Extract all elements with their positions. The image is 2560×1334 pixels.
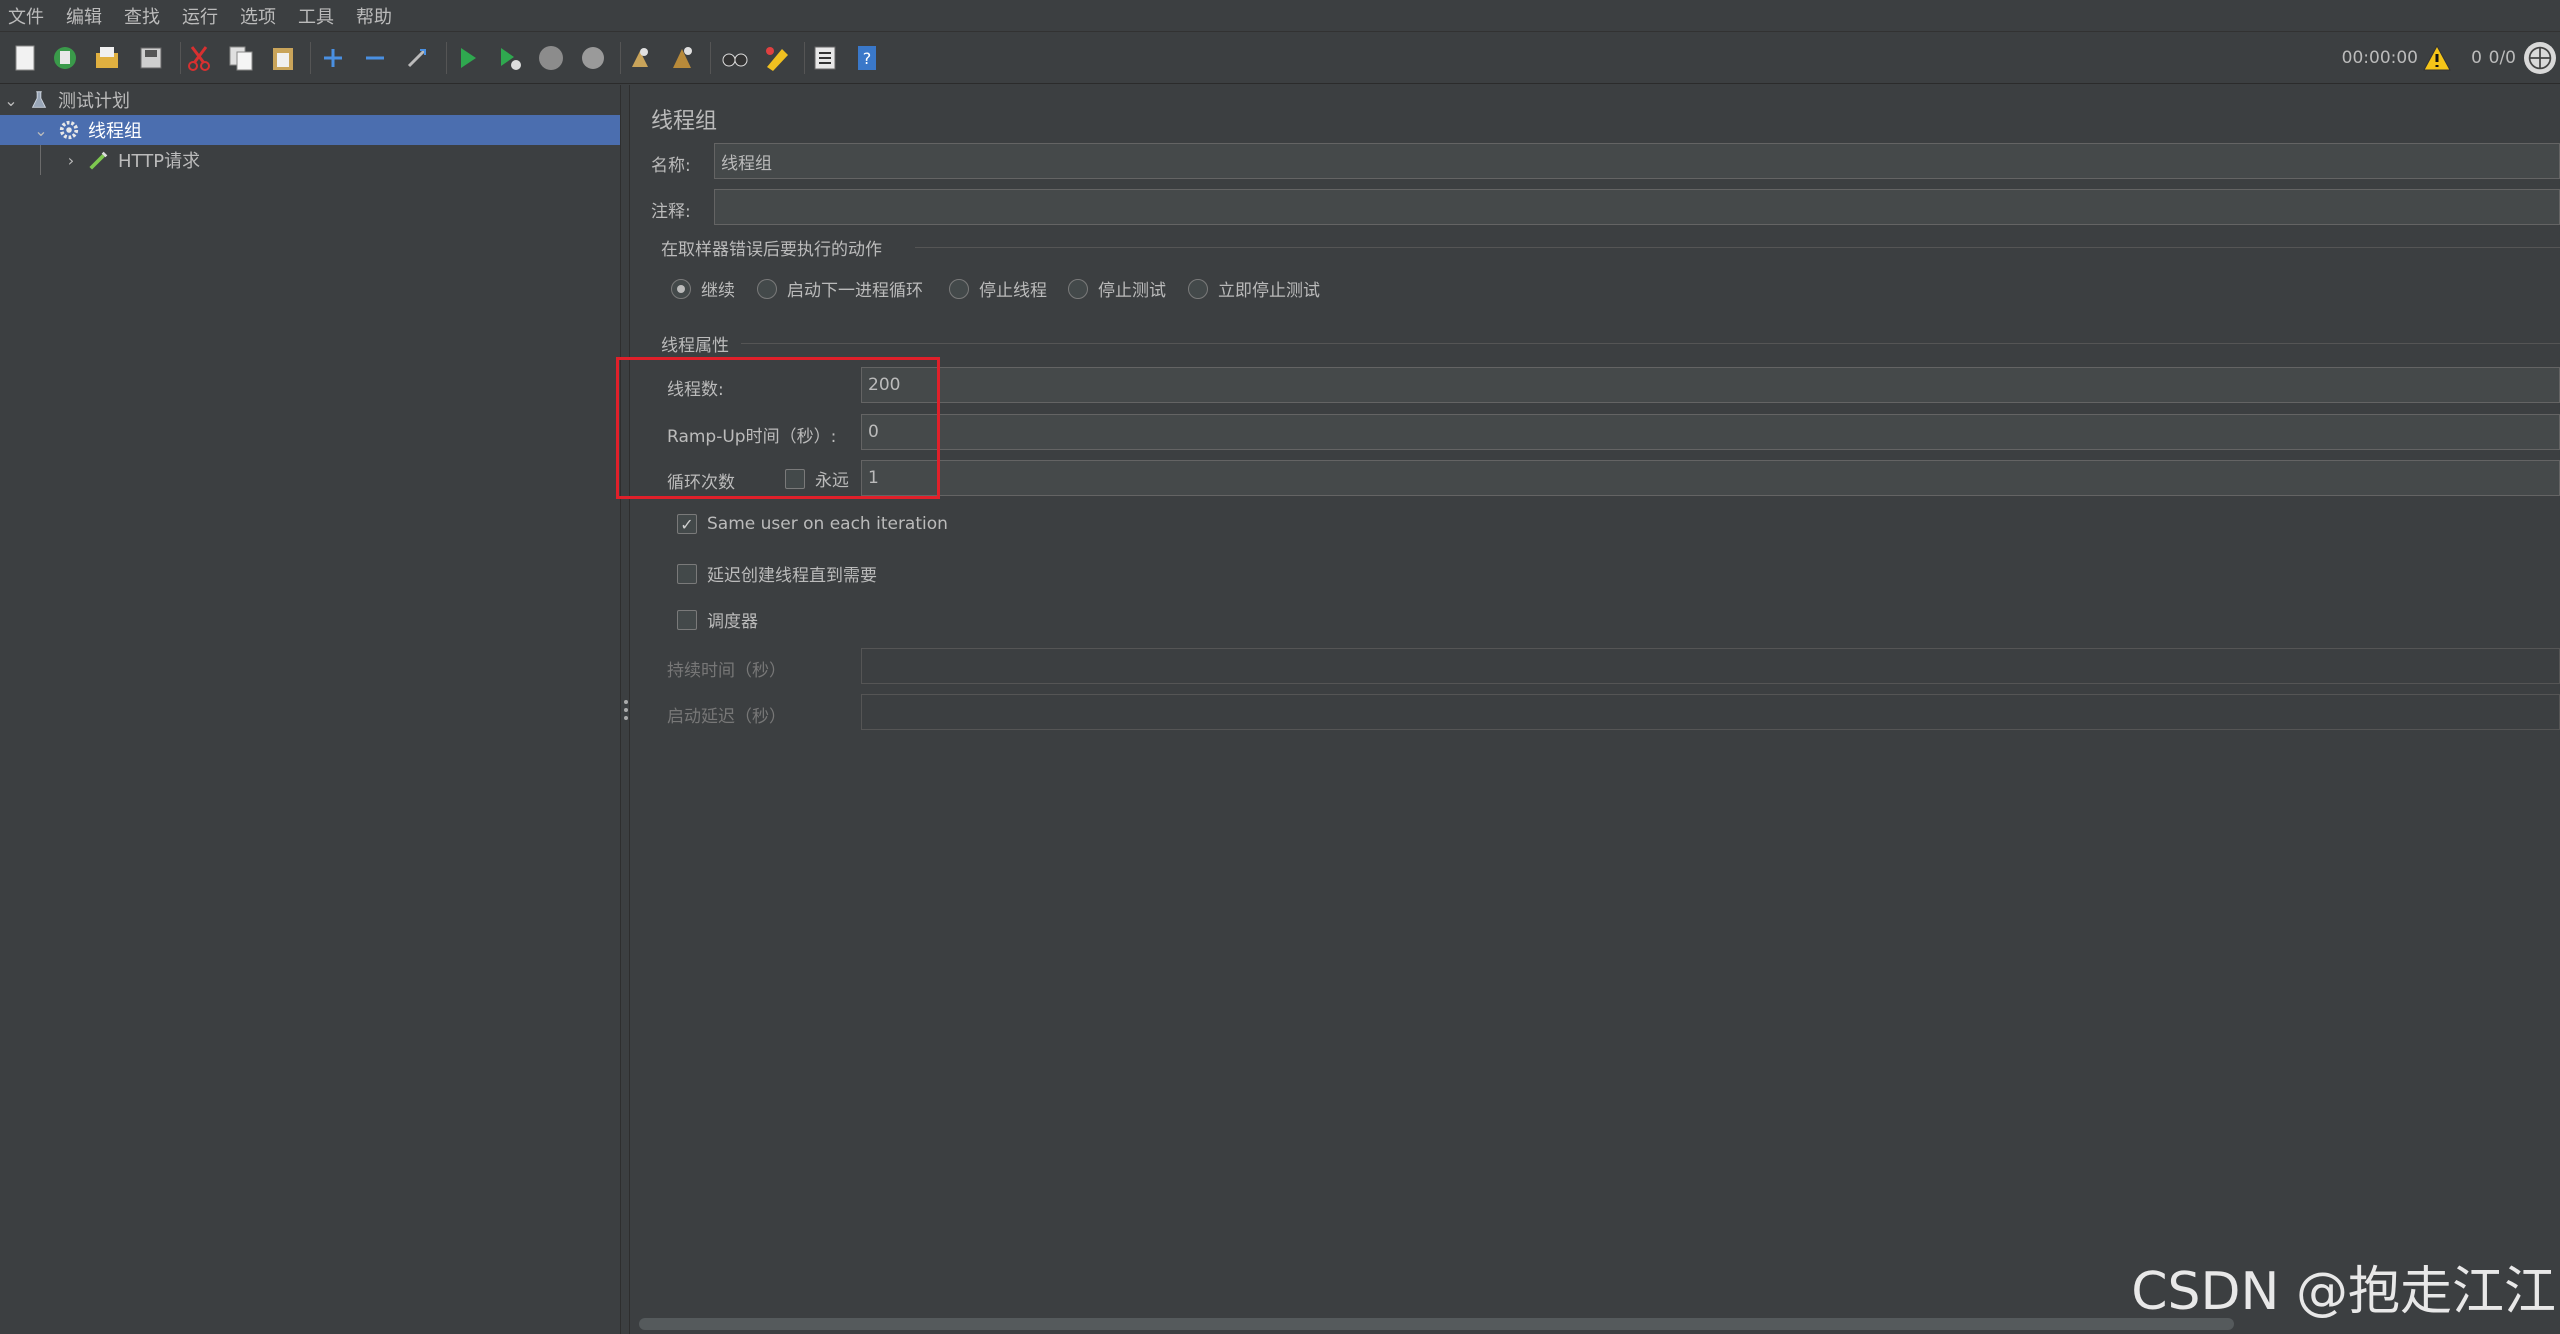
remote-icon[interactable] — [2524, 42, 2556, 74]
start-no-pause-icon[interactable] — [492, 41, 526, 75]
threads-field[interactable] — [861, 367, 2560, 403]
duration-label: 持续时间（秒） — [667, 661, 786, 681]
tree-label-http-request: HTTP请求 — [118, 151, 201, 172]
new-icon[interactable] — [8, 41, 42, 75]
copy-icon[interactable] — [224, 41, 258, 75]
chevron-right-icon[interactable]: › — [62, 151, 80, 170]
page-title: 线程组 — [651, 109, 718, 134]
checkmark-icon: ✓ — [677, 514, 697, 534]
menu-search[interactable]: 查找 — [124, 3, 160, 29]
name-field[interactable] — [714, 143, 2560, 179]
watermark: CSDN @抱走江江 — [2131, 1262, 2556, 1322]
open-icon[interactable] — [90, 41, 124, 75]
tree-label-test-plan: 测试计划 — [58, 91, 130, 112]
menu-options[interactable]: 选项 — [240, 3, 276, 29]
radio-stop-test[interactable]: 停止测试 — [1068, 276, 1166, 301]
cut-icon[interactable] — [182, 41, 216, 75]
elapsed-time: 00:00:00 — [2341, 48, 2418, 68]
thread-props-title: 线程属性 — [661, 336, 729, 356]
chevron-down-icon[interactable]: ⌄ — [32, 121, 50, 140]
delay-label: 延迟创建线程直到需要 — [707, 566, 877, 586]
startup-delay-field — [861, 694, 2560, 730]
name-label: 名称: — [651, 156, 691, 176]
radio-icon — [949, 278, 969, 299]
delay-thread-creation-checkbox[interactable]: 延迟创建线程直到需要 — [677, 561, 877, 586]
checkbox-icon — [677, 609, 697, 630]
expand-icon[interactable] — [316, 41, 350, 75]
chevron-down-icon[interactable]: ⌄ — [2, 91, 20, 110]
toolbar: ? 00:00:00 0 0/0 — [0, 32, 2560, 84]
radio-selected-icon — [671, 278, 691, 299]
menu-edit[interactable]: 编辑 — [66, 3, 102, 29]
stop-icon[interactable] — [534, 41, 568, 75]
duration-field — [861, 648, 2560, 684]
radio-start-next-loop[interactable]: 启动下一进程循环 — [757, 276, 923, 301]
save-icon[interactable] — [134, 41, 168, 75]
highlight-annotation-box — [616, 357, 940, 499]
same-user-checkbox[interactable]: ✓ Same user on each iteration — [677, 514, 948, 534]
clear-all-icon[interactable] — [666, 41, 700, 75]
error-action-title: 在取样器错误后要执行的动作 — [661, 240, 882, 260]
same-user-label: Same user on each iteration — [707, 514, 948, 534]
radio-stop-test-now[interactable]: 立即停止测试 — [1188, 276, 1320, 301]
horizontal-scrollbar[interactable] — [639, 1318, 2234, 1330]
pipette-icon — [86, 147, 112, 173]
tree-label-thread-group: 线程组 — [88, 121, 142, 142]
radio-label: 停止测试 — [1098, 281, 1166, 301]
svg-text:?: ? — [863, 49, 872, 68]
warning-icon[interactable] — [2422, 43, 2452, 73]
drag-handle-icon[interactable] — [624, 700, 628, 720]
error-count: 0 — [2471, 48, 2482, 68]
menu-tools[interactable]: 工具 — [298, 3, 334, 29]
radio-icon — [1068, 278, 1088, 299]
start-icon[interactable] — [450, 41, 484, 75]
scheduler-label: 调度器 — [707, 612, 758, 632]
checkbox-icon — [677, 563, 697, 584]
divider — [741, 343, 2560, 344]
radio-continue[interactable]: 继续 — [671, 276, 735, 301]
tree-guide-line — [40, 145, 41, 175]
split-pane-divider[interactable] — [620, 85, 630, 1334]
flask-icon — [26, 87, 52, 113]
scheduler-checkbox[interactable]: 调度器 — [677, 607, 758, 632]
clear-icon[interactable] — [624, 41, 658, 75]
radio-label: 继续 — [701, 281, 735, 301]
thread-group-panel: 线程组 名称: 注释: 在取样器错误后要执行的动作 继续 启动下一进程循环 停止… — [631, 85, 2560, 1334]
menu-help[interactable]: 帮助 — [356, 3, 392, 29]
collapse-icon[interactable] — [358, 41, 392, 75]
help-icon[interactable]: ? — [850, 41, 884, 75]
tree-node-thread-group[interactable]: ⌄ 线程组 — [32, 115, 142, 145]
radio-label: 立即停止测试 — [1218, 281, 1320, 301]
divider — [915, 247, 2560, 248]
menu-bar: 文件 编辑 查找 运行 选项 工具 帮助 — [0, 0, 2560, 32]
radio-stop-thread[interactable]: 停止线程 — [949, 276, 1047, 301]
function-helper-icon[interactable] — [808, 41, 842, 75]
paste-icon[interactable] — [266, 41, 300, 75]
comment-label: 注释: — [651, 202, 691, 222]
startup-delay-label: 启动延迟（秒） — [667, 707, 786, 727]
toggle-icon[interactable] — [400, 41, 434, 75]
reset-search-icon[interactable] — [760, 41, 794, 75]
tree-node-http-request[interactable]: › HTTP请求 — [62, 145, 200, 175]
radio-label: 停止线程 — [979, 281, 1047, 301]
radio-icon — [757, 278, 777, 299]
rampup-field[interactable] — [861, 414, 2560, 450]
menu-run[interactable]: 运行 — [182, 3, 218, 29]
shutdown-icon[interactable] — [576, 41, 610, 75]
loop-count-field[interactable] — [861, 460, 2560, 496]
tree-node-test-plan[interactable]: ⌄ 测试计划 — [2, 85, 130, 115]
test-plan-tree: ⌄ 测试计划 ⌄ 线程组 › HTTP请求 — [0, 85, 620, 1334]
comment-field[interactable] — [714, 189, 2560, 225]
radio-icon — [1188, 278, 1208, 299]
templates-icon[interactable] — [48, 41, 82, 75]
search-icon[interactable] — [718, 41, 752, 75]
active-threads: 0/0 — [2488, 48, 2516, 68]
radio-label: 启动下一进程循环 — [787, 281, 923, 301]
menu-file[interactable]: 文件 — [8, 3, 44, 29]
gear-icon — [56, 117, 82, 143]
